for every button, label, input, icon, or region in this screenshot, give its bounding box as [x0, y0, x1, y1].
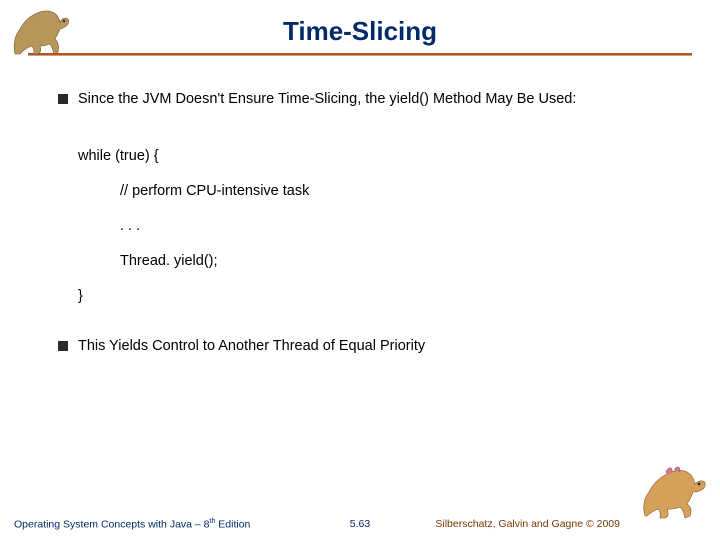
dinosaur-left-icon [10, 4, 80, 59]
dinosaur-right-icon [637, 464, 712, 522]
code-indent: // perform CPU-intensive task . . . Thre… [120, 181, 670, 272]
slide-title: Time-Slicing [0, 0, 720, 53]
code-line-4: Thread. yield(); [120, 251, 670, 272]
square-bullet-icon [58, 341, 68, 351]
content-area: Since the JVM Doesn't Ensure Time-Slicin… [0, 56, 720, 356]
bullet-item-2: This Yields Control to Another Thread of… [58, 337, 670, 357]
bullet-text-2: This Yields Control to Another Thread of… [78, 337, 425, 357]
footer-center: 5.63 [350, 518, 370, 530]
footer-right: Silberschatz, Galvin and Gagne © 2009 [435, 518, 620, 530]
bullet-text-1: Since the JVM Doesn't Ensure Time-Slicin… [78, 90, 576, 110]
bullet-item-1: Since the JVM Doesn't Ensure Time-Slicin… [58, 90, 670, 110]
code-line-1: while (true) { [78, 146, 670, 167]
footer-left: Operating System Concepts with Java – 8t… [14, 518, 250, 531]
slide: Time-Slicing Since the JVM Doesn't Ensur… [0, 0, 720, 540]
footer-left-b: Edition [215, 518, 250, 530]
code-line-2: // perform CPU-intensive task [120, 181, 670, 202]
code-line-5: } [78, 286, 670, 307]
code-block: while (true) { // perform CPU-intensive … [78, 146, 670, 307]
square-bullet-icon [58, 94, 68, 104]
code-line-3: . . . [120, 216, 670, 237]
footer-left-a: Operating System Concepts with Java – 8 [14, 518, 210, 530]
